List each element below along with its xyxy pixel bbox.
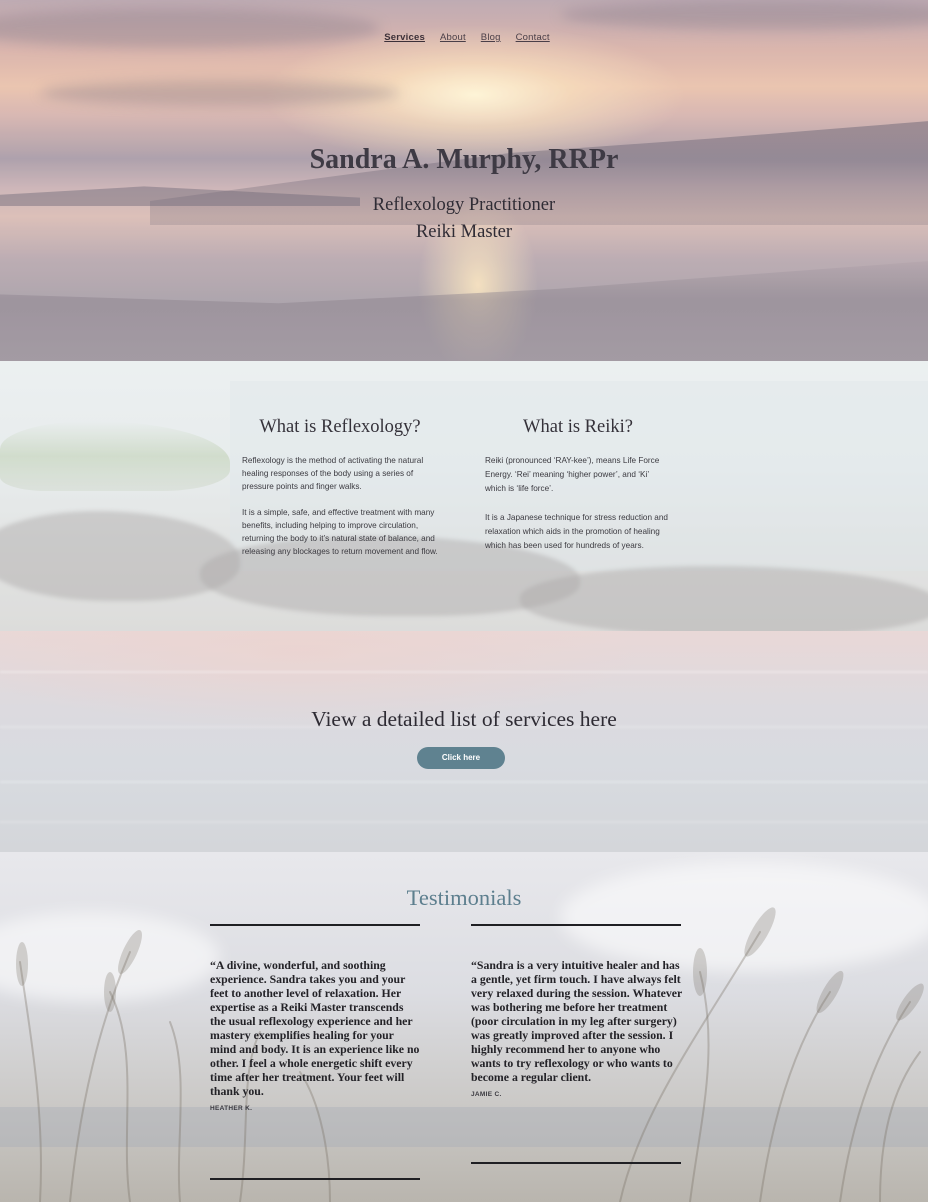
- testimonial-card: “Sandra is a very intuitive healer and h…: [471, 924, 683, 1164]
- testimonial-quote: “Sandra is a very intuitive healer and h…: [471, 958, 683, 1084]
- reflexology-paragraph: It is a simple, safe, and effective trea…: [242, 508, 438, 556]
- main-nav: Services About Blog Contact: [0, 32, 928, 43]
- testimonial-author: JAMIE C.: [471, 1091, 502, 1098]
- info-section: What is Reflexology? Reflexology is the …: [0, 361, 928, 631]
- testimonial-divider: [471, 1162, 681, 1164]
- testimonial-author: HEATHER K.: [210, 1105, 253, 1112]
- reiki-paragraph: Reiki (pronounced ‘RAY-kee’), means Life…: [485, 456, 660, 493]
- nav-link-about[interactable]: About: [440, 32, 466, 43]
- testimonial-card: “A divine, wonderful, and soothing exper…: [210, 924, 422, 1180]
- hero-overlay: [0, 0, 928, 361]
- water-ripple: [0, 821, 928, 823]
- services-cta-heading: View a detailed list of services here: [311, 707, 617, 731]
- nav-link-contact[interactable]: Contact: [516, 32, 550, 43]
- hero-section: Services About Blog Contact Sandra A. Mu…: [0, 0, 928, 361]
- testimonial-divider: [210, 924, 420, 926]
- hero-subtitle-line: Reiki Master: [415, 222, 513, 242]
- reflexology-heading: What is Reflexology?: [259, 417, 421, 437]
- reflexology-paragraph: Reflexology is the method of activating …: [242, 456, 424, 491]
- testimonial-divider: [210, 1178, 420, 1180]
- testimonial-quote: “A divine, wonderful, and soothing exper…: [210, 958, 420, 1098]
- water-ripple: [0, 781, 928, 783]
- testimonial-divider: [471, 924, 681, 926]
- reiki-paragraph: It is a Japanese technique for stress re…: [485, 513, 668, 550]
- reiki-heading: What is Reiki?: [523, 417, 633, 437]
- water-ripple: [0, 671, 928, 673]
- click-here-button[interactable]: Click here: [417, 747, 505, 769]
- site-title: Sandra A. Murphy, RRPr: [309, 144, 619, 175]
- info-overlay: [0, 361, 928, 631]
- reflexology-column: What is Reflexology? Reflexology is the …: [242, 417, 438, 571]
- hero-subtitle: Reflexology Practitioner Reiki Master: [0, 192, 928, 246]
- services-cta-section: View a detailed list of services here Cl…: [0, 631, 928, 852]
- testimonials-heading: Testimonials: [406, 885, 522, 910]
- testimonials-section: Testimonials “A divine, wonderful, and s…: [0, 852, 928, 1202]
- reiki-column: What is Reiki? Reiki (pronounced ‘RAY-ke…: [485, 417, 671, 568]
- hero-subtitle-line: Reflexology Practitioner: [372, 195, 556, 215]
- nav-link-blog[interactable]: Blog: [481, 32, 501, 43]
- nav-link-services[interactable]: Services: [384, 32, 425, 43]
